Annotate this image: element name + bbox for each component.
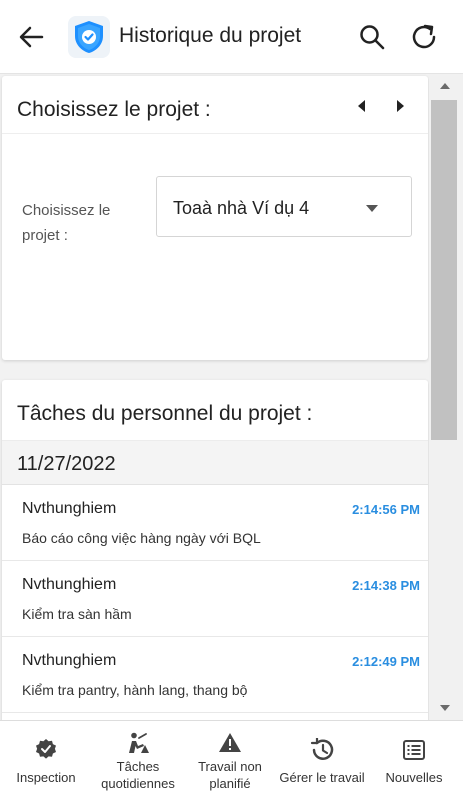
task-time: 2:14:56 PM — [352, 502, 420, 517]
bottom-navigation: Inspection Tâches quotidiennes Travail n… — [0, 720, 463, 800]
project-dropdown[interactable]: Toaà nhà Ví dụ 4 — [156, 176, 412, 237]
chevron-down-icon — [366, 205, 378, 212]
page-title: Historique du projet — [119, 24, 302, 47]
badge-check-icon — [36, 739, 56, 759]
scroll-up-icon[interactable] — [439, 82, 451, 90]
nav-item-inspection[interactable]: Inspection — [0, 721, 92, 800]
app-logo — [68, 16, 110, 58]
history-icon — [310, 738, 334, 760]
scroll-down-icon[interactable] — [439, 704, 451, 712]
app-header: Historique du projet — [0, 0, 463, 74]
task-item[interactable]: Nvthunghiem 2:14:56 PM Báo cáo công việc… — [2, 485, 428, 561]
nav-item-daily-tasks[interactable]: Tâches quotidiennes — [92, 721, 184, 800]
caret-left-icon[interactable] — [354, 98, 370, 114]
tasks-card-title: Tâches du personnel du projet : — [17, 402, 313, 425]
task-description: Báo cáo công việc hàng ngày với BQL — [22, 530, 261, 546]
task-user: Nvthunghiem — [22, 576, 117, 593]
caret-right-icon[interactable] — [392, 98, 408, 114]
task-item[interactable]: Nvthunghiem 2:12:49 PM Kiểm tra pantry, … — [2, 637, 428, 713]
task-description: Kiểm tra pantry, hành lang, thang bộ — [22, 682, 248, 698]
scrollbar[interactable] — [429, 74, 463, 720]
nav-label-unplanned-work: Travail non planifié — [198, 759, 262, 791]
task-user: Nvthunghiem — [22, 500, 117, 517]
project-card-header: Choisissez le projet : — [2, 76, 428, 134]
news-list-icon — [403, 740, 425, 760]
tasks-card: Tâches du personnel du projet : 11/27/20… — [2, 380, 428, 720]
project-field-label: Choisissez le projet : — [22, 202, 111, 244]
back-arrow-icon[interactable] — [16, 22, 46, 52]
nav-label-manage-work: Gérer le travail — [279, 770, 365, 785]
nav-item-unplanned-work[interactable]: Travail non planifié — [184, 721, 276, 800]
shield-check-icon — [75, 21, 103, 53]
date-text: 11/27/2022 — [17, 453, 116, 475]
scrollbar-thumb[interactable] — [431, 100, 457, 440]
task-item[interactable]: Nvthunghiem 2:14:38 PM Kiểm tra sàn hầm — [2, 561, 428, 637]
content-area: Choisissez le projet : Choisissez le pro… — [0, 74, 463, 720]
nav-item-manage-work[interactable]: Gérer le travail — [276, 721, 368, 800]
nav-label-news: Nouvelles — [385, 770, 443, 785]
worker-icon — [129, 732, 149, 753]
date-header: 11/27/2022 — [2, 440, 428, 485]
task-user: Nvthunghiem — [22, 652, 117, 669]
project-card-title: Choisissez le projet : — [17, 98, 211, 121]
search-icon[interactable] — [358, 23, 386, 51]
nav-label-inspection: Inspection — [16, 770, 76, 785]
nav-item-news[interactable]: Nouvelles — [368, 721, 460, 800]
task-time: 2:12:49 PM — [352, 654, 420, 669]
project-selector-card: Choisissez le projet : Choisissez le pro… — [2, 76, 428, 360]
task-time: 2:14:38 PM — [352, 578, 420, 593]
task-description: Kiểm tra sàn hầm — [22, 606, 132, 622]
warning-icon — [219, 733, 241, 752]
refresh-icon[interactable] — [410, 22, 440, 52]
nav-label-daily-tasks: Tâches quotidiennes — [101, 759, 175, 791]
selected-project-value: Toaà nhà Ví dụ 4 — [173, 198, 310, 218]
